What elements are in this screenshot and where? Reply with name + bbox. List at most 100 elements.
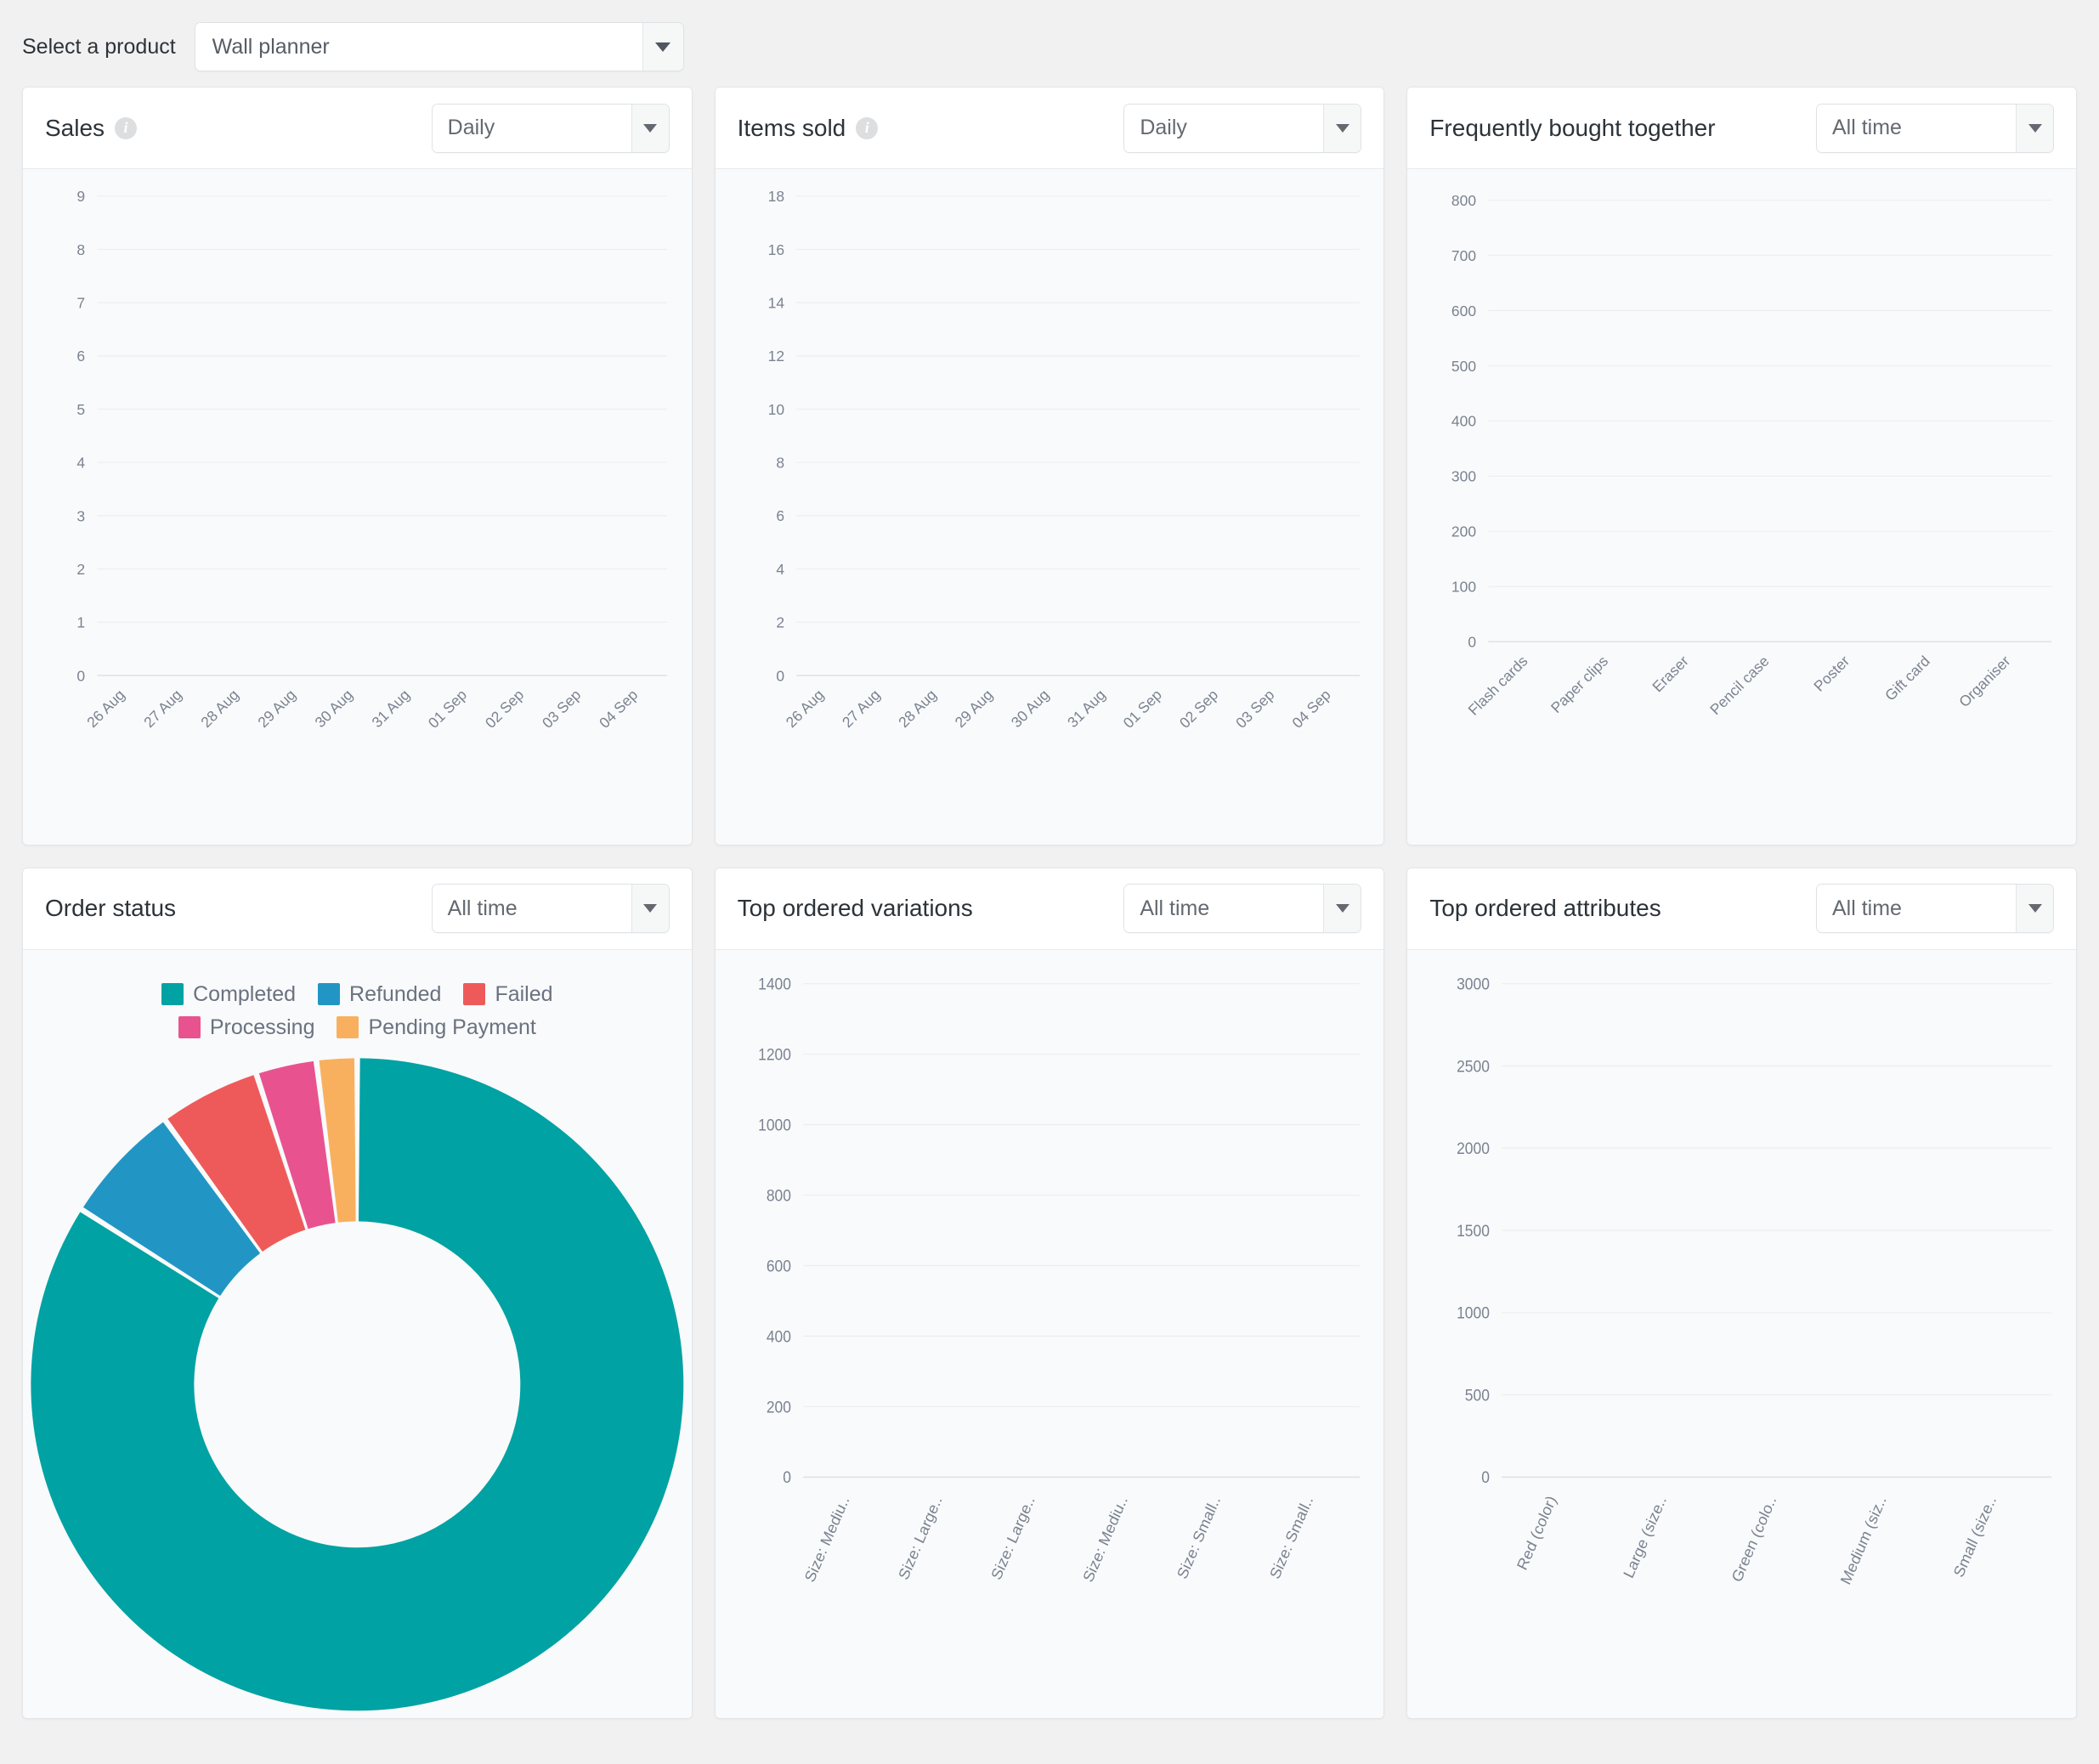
panel-order-status-title: Order status <box>45 895 176 922</box>
svg-text:Eraser: Eraser <box>1649 653 1693 696</box>
order-status-range-select[interactable]: All time <box>432 884 670 933</box>
panel-top-attributes-title: Top ordered attributes <box>1429 895 1661 922</box>
svg-text:1500: 1500 <box>1457 1221 1490 1240</box>
svg-text:29 Aug: 29 Aug <box>951 686 996 731</box>
svg-text:500: 500 <box>1465 1385 1490 1404</box>
svg-text:28 Aug: 28 Aug <box>895 686 940 731</box>
top-attributes-range-value: All time <box>1817 885 2016 932</box>
svg-text:1400: 1400 <box>758 974 791 992</box>
panel-title-text: Top ordered variations <box>738 895 973 922</box>
svg-text:1000: 1000 <box>1457 1303 1490 1322</box>
items-sold-bar-chart[interactable]: 02468101214161826 Aug27 Aug28 Aug29 Aug3… <box>716 169 1384 845</box>
legend-swatch <box>337 1016 359 1038</box>
sales-range-select[interactable]: Daily <box>432 104 670 153</box>
order-status-range-arrow[interactable] <box>631 885 669 932</box>
svg-text:31 Aug: 31 Aug <box>1064 686 1109 731</box>
legend-swatch <box>463 983 485 1005</box>
svg-text:600: 600 <box>1451 302 1476 319</box>
svg-text:Size: Large..: Size: Large.. <box>987 1492 1038 1582</box>
sales-range-arrow[interactable] <box>631 105 669 152</box>
items-sold-range-value: Daily <box>1124 105 1323 152</box>
frequently-bought-range-value: All time <box>1817 105 2016 152</box>
svg-text:1000: 1000 <box>758 1115 791 1134</box>
svg-text:Small (size..: Small (size.. <box>1950 1492 2000 1580</box>
chevron-down-icon <box>1336 904 1349 913</box>
top-variations-bar-chart[interactable]: 0200400600800100012001400Size: Mediu..Si… <box>716 950 1384 1719</box>
top-attributes-range-arrow[interactable] <box>2016 885 2053 932</box>
svg-text:3: 3 <box>76 507 85 524</box>
svg-text:18: 18 <box>767 188 784 205</box>
legend-label: Completed <box>193 982 296 1007</box>
panel-frequently-bought-body: 0100200300400500600700800Flash cardsPape… <box>1407 169 2076 845</box>
legend-label: Refunded <box>349 982 441 1007</box>
svg-text:04 Sep: 04 Sep <box>596 686 641 731</box>
svg-text:9: 9 <box>76 188 85 205</box>
svg-text:200: 200 <box>767 1397 791 1416</box>
svg-text:1: 1 <box>76 614 85 631</box>
legend-item[interactable]: Pending Payment <box>337 1015 535 1040</box>
svg-text:Red (color): Red (color) <box>1513 1492 1560 1572</box>
svg-text:26 Aug: 26 Aug <box>782 686 827 731</box>
frequently-bought-bar-chart[interactable]: 0100200300400500600700800Flash cardsPape… <box>1407 169 2076 845</box>
svg-text:0: 0 <box>1482 1467 1491 1486</box>
legend-item[interactable]: Completed <box>161 982 296 1007</box>
frequently-bought-range-select[interactable]: All time <box>1816 104 2054 153</box>
product-select[interactable]: Wall planner <box>195 22 684 71</box>
legend-label: Pending Payment <box>368 1015 535 1040</box>
info-icon[interactable]: i <box>856 117 878 139</box>
chevron-down-icon <box>2028 124 2042 133</box>
legend-label: Processing <box>210 1015 315 1040</box>
top-attributes-bar-chart[interactable]: 050010001500200025003000Red (color)Large… <box>1407 950 2076 1719</box>
product-selector-bar: Select a product Wall planner <box>0 0 2099 87</box>
items-sold-range-select[interactable]: Daily <box>1123 104 1361 153</box>
chevron-down-icon <box>643 124 657 133</box>
panel-frequently-bought-together: Frequently bought together All time 0100… <box>1406 87 2077 845</box>
order-status-range-value: All time <box>433 885 631 932</box>
panel-top-variations-body: 0200400600800100012001400Size: Mediu..Si… <box>716 950 1384 1719</box>
svg-text:30 Aug: 30 Aug <box>311 686 356 731</box>
legend-item[interactable]: Refunded <box>318 982 441 1007</box>
dashboard-grid: Sales i Daily 012345678926 Aug27 Aug28 A… <box>0 87 2099 1741</box>
product-selector-label: Select a product <box>22 35 176 59</box>
top-variations-range-value: All time <box>1124 885 1323 932</box>
top-attributes-range-select[interactable]: All time <box>1816 884 2054 933</box>
legend-item[interactable]: Processing <box>178 1015 315 1040</box>
sales-bar-chart[interactable]: 012345678926 Aug27 Aug28 Aug29 Aug30 Aug… <box>23 169 692 845</box>
svg-text:27 Aug: 27 Aug <box>839 686 884 731</box>
svg-text:03 Sep: 03 Sep <box>539 686 584 731</box>
panel-order-status-header: Order status All time <box>23 868 692 950</box>
sales-range-value: Daily <box>433 105 631 152</box>
frequently-bought-range-arrow[interactable] <box>2016 105 2053 152</box>
svg-text:Size: Large..: Size: Large.. <box>894 1492 945 1582</box>
svg-text:04 Sep: 04 Sep <box>1288 686 1333 731</box>
panel-items-sold-header: Items sold i Daily <box>716 88 1384 169</box>
svg-text:3000: 3000 <box>1457 974 1490 992</box>
order-status-donut-svg[interactable] <box>23 1050 692 1719</box>
svg-text:500: 500 <box>1451 358 1476 375</box>
svg-text:1200: 1200 <box>758 1044 791 1063</box>
svg-text:200: 200 <box>1451 523 1476 540</box>
info-icon[interactable]: i <box>115 117 137 139</box>
svg-text:29 Aug: 29 Aug <box>254 686 299 731</box>
svg-text:16: 16 <box>767 241 784 258</box>
top-variations-range-arrow[interactable] <box>1323 885 1361 932</box>
legend-swatch <box>318 983 340 1005</box>
svg-text:14: 14 <box>767 295 784 312</box>
panel-items-sold-title: Items sold i <box>738 115 879 142</box>
items-sold-range-arrow[interactable] <box>1323 105 1361 152</box>
chevron-down-icon <box>1336 124 1349 133</box>
legend-item[interactable]: Failed <box>463 982 552 1007</box>
panel-top-ordered-variations: Top ordered variations All time 02004006… <box>715 868 1385 1720</box>
svg-text:800: 800 <box>767 1185 791 1204</box>
svg-text:01 Sep: 01 Sep <box>1119 686 1164 731</box>
svg-text:02 Sep: 02 Sep <box>1176 686 1221 731</box>
svg-text:Organiser: Organiser <box>1956 653 2015 711</box>
svg-text:Size: Small..: Size: Small.. <box>1173 1492 1223 1581</box>
product-select-arrow[interactable] <box>642 23 683 71</box>
svg-text:Green (colo..: Green (colo.. <box>1728 1492 1780 1584</box>
svg-text:02 Sep: 02 Sep <box>482 686 527 731</box>
panel-frequently-bought-title: Frequently bought together <box>1429 115 1715 142</box>
svg-text:4: 4 <box>776 561 784 578</box>
top-variations-range-select[interactable]: All time <box>1123 884 1361 933</box>
svg-text:6: 6 <box>776 507 784 524</box>
